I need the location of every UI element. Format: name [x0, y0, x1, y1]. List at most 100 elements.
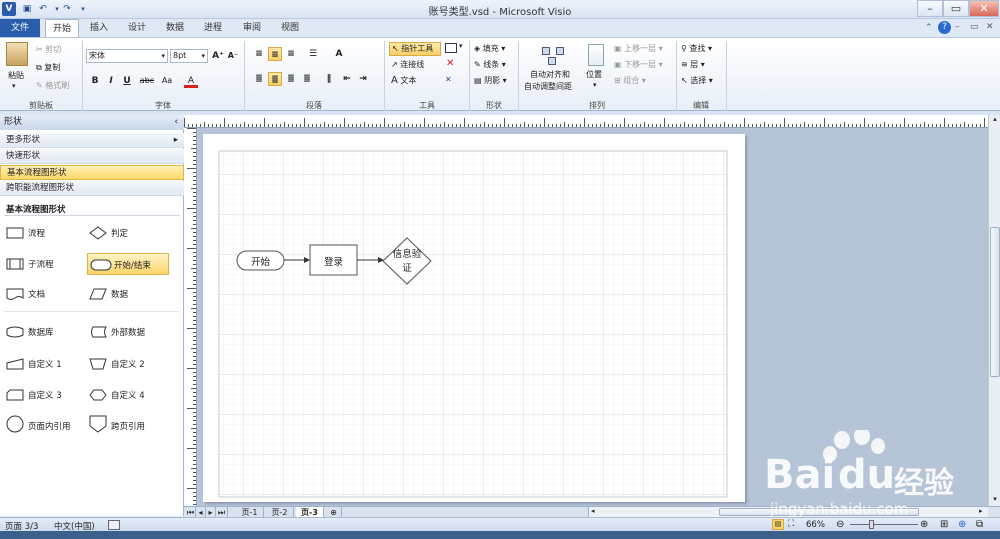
- text-tool-button[interactable]: A 文本: [391, 75, 416, 86]
- auto-align-icon[interactable]: [542, 43, 566, 65]
- font-size-select[interactable]: 8pt ▾: [170, 49, 208, 63]
- ruler-tick: [560, 124, 561, 127]
- ruler-tick: [187, 248, 196, 249]
- ruler-tick: [193, 260, 196, 261]
- tab-data[interactable]: 数据: [160, 19, 190, 37]
- line-button[interactable]: ✎ 线条 ▾: [474, 59, 506, 70]
- tab-review[interactable]: 审阅: [237, 19, 267, 37]
- bring-forward-button[interactable]: ▣ 上移一层 ▾: [614, 43, 663, 54]
- master-shape-item[interactable]: 自定义 4: [87, 384, 169, 406]
- macro-icon[interactable]: [108, 520, 120, 530]
- strikethrough-button[interactable]: abc: [138, 74, 156, 88]
- ruler-tick: [193, 392, 196, 393]
- master-shape-item[interactable]: 流程: [4, 222, 86, 244]
- tab-insert[interactable]: 插入: [84, 19, 114, 37]
- pointer-tool-button[interactable]: ↖ 指针工具: [389, 42, 441, 56]
- tab-file[interactable]: 文件: [0, 19, 40, 37]
- master-shape-item[interactable]: 自定义 1: [4, 353, 86, 375]
- text-direction-icon[interactable]: ∥: [322, 72, 336, 86]
- doc-minimize-icon[interactable]: –: [955, 22, 960, 32]
- cut-button[interactable]: ✂ 剪切: [36, 44, 61, 55]
- ruler-tick: [812, 124, 813, 127]
- font-name-select[interactable]: 宋体 ▾: [86, 49, 168, 63]
- auto-space-label[interactable]: 自动调整间距: [524, 81, 572, 92]
- paste-dropdown-icon[interactable]: ▾: [12, 82, 16, 90]
- help-icon[interactable]: ?: [938, 21, 951, 34]
- tab-home[interactable]: 开始: [45, 19, 79, 37]
- decrease-indent-icon[interactable]: ⇤: [340, 72, 354, 86]
- scroll-left-icon[interactable]: ◂: [591, 507, 595, 515]
- ruler-tick: [880, 124, 881, 127]
- italic-button[interactable]: I: [104, 74, 118, 88]
- tab-view[interactable]: 视图: [275, 19, 305, 37]
- ruler-tick: [452, 124, 453, 127]
- scrollbar-thumb[interactable]: [990, 227, 1000, 377]
- fill-button[interactable]: ◈ 填充 ▾: [474, 43, 505, 54]
- position-button[interactable]: 位置: [586, 69, 602, 80]
- master-shape-item[interactable]: 自定义 2: [87, 353, 169, 375]
- ruler-tick: [904, 118, 905, 127]
- master-shape-item[interactable]: 页面内引用: [4, 412, 86, 438]
- master-shape-item[interactable]: 数据: [87, 283, 169, 305]
- rectangle-tool-icon[interactable]: [445, 43, 457, 53]
- align-center-icon[interactable]: ≣: [268, 72, 282, 86]
- maximize-button[interactable]: ▭: [943, 0, 969, 17]
- shrink-font-icon[interactable]: A⁻: [226, 49, 240, 63]
- drawing-page[interactable]: 开始 登录 信息验 证: [203, 134, 745, 502]
- os-taskbar: [0, 531, 1000, 539]
- doc-close-icon[interactable]: ✕: [986, 22, 994, 32]
- group-shapes-button[interactable]: ⊞ 组合 ▾: [614, 75, 646, 86]
- change-case-button[interactable]: Aa: [158, 74, 176, 88]
- bold-button[interactable]: B: [88, 74, 102, 88]
- doc-restore-icon[interactable]: ▭: [970, 22, 979, 32]
- align-top-icon[interactable]: ≡: [252, 47, 266, 61]
- copy-button[interactable]: ⧉ 复制: [36, 62, 60, 73]
- master-shape-item[interactable]: 文档: [4, 283, 86, 305]
- master-shape-item[interactable]: 数据库: [4, 321, 86, 343]
- master-shape-item[interactable]: 外部数据: [87, 321, 169, 343]
- master-shape-item[interactable]: 跨页引用: [87, 412, 169, 438]
- justify-icon[interactable]: ≣: [300, 72, 314, 86]
- font-color-button[interactable]: A: [184, 74, 198, 88]
- text-size-icon[interactable]: A: [332, 47, 346, 61]
- align-right-icon[interactable]: ≣: [284, 72, 298, 86]
- master-shape-item[interactable]: 判定: [87, 222, 169, 244]
- connection-point-icon[interactable]: ✕: [445, 75, 452, 84]
- format-painter-button[interactable]: ✎ 格式刷: [36, 80, 69, 91]
- increase-indent-icon[interactable]: ⇥: [356, 72, 370, 86]
- align-middle-icon[interactable]: ≡: [268, 47, 282, 61]
- underline-button[interactable]: U: [120, 74, 134, 88]
- master-shape-item[interactable]: 自定义 3: [4, 384, 86, 406]
- master-shape-item[interactable]: 开始/结束: [87, 253, 169, 275]
- position-icon[interactable]: [588, 44, 604, 66]
- paste-button[interactable]: 粘贴: [8, 70, 24, 81]
- auto-align-label[interactable]: 自动对齐和: [530, 69, 570, 80]
- connector-button[interactable]: ↗ 连接线: [391, 59, 424, 70]
- stencil-cross-functional[interactable]: 跨职能流程图形状: [0, 181, 184, 196]
- tab-process[interactable]: 进程: [198, 19, 228, 37]
- bullets-icon[interactable]: ☰: [306, 47, 320, 61]
- find-button[interactable]: ⚲ 查找 ▾: [681, 43, 712, 54]
- stencil-quick-shapes[interactable]: 快速形状: [0, 149, 184, 164]
- close-tool-icon[interactable]: ✕: [446, 58, 454, 69]
- align-bottom-icon[interactable]: ≡: [284, 47, 298, 61]
- chevron-down-icon[interactable]: ▾: [459, 42, 463, 50]
- shadow-button[interactable]: ▤ 阴影 ▾: [474, 75, 507, 86]
- send-backward-button[interactable]: ▣ 下移一层 ▾: [614, 59, 663, 70]
- minimize-button[interactable]: –: [917, 0, 943, 17]
- chevron-down-icon[interactable]: ▾: [593, 81, 597, 89]
- ruler-tick: [193, 332, 196, 333]
- grow-font-icon[interactable]: A⁺: [211, 49, 225, 63]
- layers-button[interactable]: ≋ 层 ▾: [681, 59, 705, 70]
- paste-icon[interactable]: [6, 42, 28, 66]
- close-button[interactable]: ✕: [969, 0, 999, 17]
- align-left-icon[interactable]: ≣: [252, 72, 266, 86]
- tab-design[interactable]: 设计: [122, 19, 152, 37]
- minimize-ribbon-icon[interactable]: ⌃: [925, 23, 933, 33]
- stencil-basic-flowchart[interactable]: 基本流程图形状: [0, 165, 184, 180]
- collapse-pane-icon[interactable]: ‹: [174, 115, 178, 130]
- stencil-more-shapes[interactable]: 更多形状 ▸: [0, 133, 184, 148]
- master-shape-item[interactable]: 子流程: [4, 253, 86, 275]
- select-button[interactable]: ↖ 选择 ▾: [681, 75, 713, 86]
- scroll-up-icon[interactable]: ▴: [990, 115, 1000, 125]
